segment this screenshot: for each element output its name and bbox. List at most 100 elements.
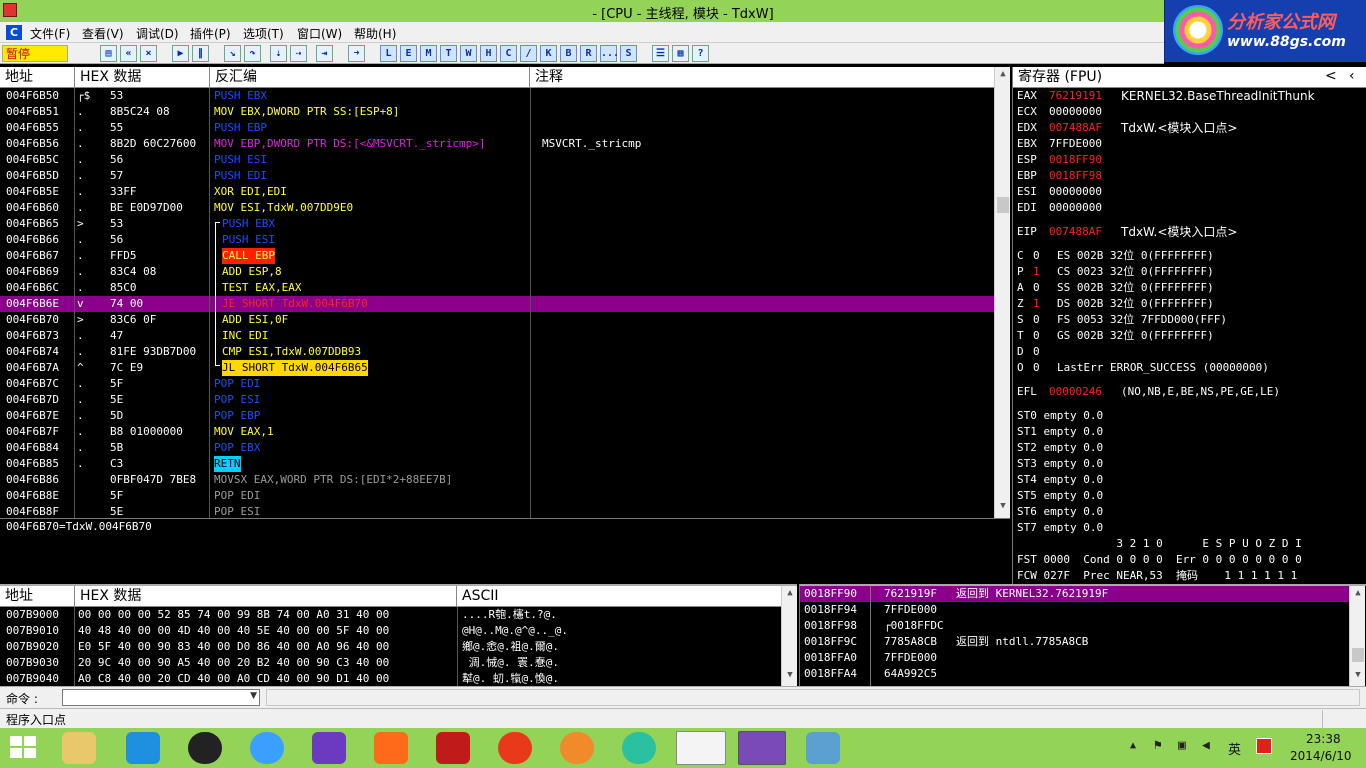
- dump-row[interactable]: 007B9040 A0 C8 40 00 20 CD 40 00 A0 CD 40…: [0, 671, 781, 686]
- register-value[interactable]: 007488AF: [1049, 120, 1102, 136]
- disasm-row[interactable]: 004F6B8F 5E POP ESI: [0, 504, 994, 518]
- register-edi[interactable]: EDI 00000000: [1017, 200, 1365, 216]
- col-disasm[interactable]: 反汇编: [210, 67, 530, 88]
- flag-row[interactable]: C 0 ES 002B 32位 0(FFFFFFFF): [1017, 248, 1365, 264]
- disasm-row[interactable]: 004F6B7C. 5F POP EDI: [0, 376, 994, 392]
- dump-row[interactable]: 007B9000 00 00 00 00 52 85 74 00 99 8B 74…: [0, 607, 781, 623]
- register-ecx[interactable]: ECX 00000000: [1017, 104, 1365, 120]
- command-input-box[interactable]: ▼: [62, 689, 260, 706]
- dump-row[interactable]: 007B9020 E0 5F 40 00 90 83 40 00 D0 86 40…: [0, 639, 781, 655]
- next-arrow-icon[interactable]: ‹: [1349, 68, 1355, 84]
- disassembly-pane[interactable]: 地址 HEX 数据 反汇编 注释 004F6B50 ┌$ 53 PUSH EBX 004…: [0, 67, 1010, 518]
- stack-scrollbar[interactable]: ▲ ▼: [1349, 586, 1365, 686]
- restart-icon[interactable]: «: [120, 45, 137, 62]
- dump-scroll-down-icon[interactable]: ▼: [783, 670, 797, 684]
- dump-col-address[interactable]: 地址: [0, 586, 75, 607]
- open-icon[interactable]: ▤: [100, 45, 117, 62]
- windows-start-icon[interactable]: [10, 736, 38, 760]
- flag-row[interactable]: Z 1 DS 002B 32位 0(FFFFFFFF): [1017, 296, 1365, 312]
- stock-app-icon[interactable]: [436, 732, 470, 764]
- flag-value[interactable]: 0: [1033, 360, 1040, 376]
- fpu-st-register[interactable]: ST4 empty 0.0: [1017, 472, 1103, 488]
- register-value[interactable]: 00000000: [1049, 104, 1102, 120]
- tray-network-icon[interactable]: ▣: [1178, 738, 1186, 753]
- menu-view[interactable]: 查看(V): [82, 25, 124, 42]
- dump-scrollbar[interactable]: ▲ ▼: [781, 586, 797, 686]
- flag-value[interactable]: 1: [1033, 296, 1040, 312]
- register-value[interactable]: 00000000: [1049, 200, 1102, 216]
- registers-title[interactable]: 寄存器 (FPU): [1013, 67, 1366, 88]
- menu-options[interactable]: 选项(T): [243, 25, 284, 42]
- step-into-icon[interactable]: ↘: [224, 45, 241, 62]
- disasm-row[interactable]: 004F6B50 ┌$ 53 PUSH EBX: [0, 88, 994, 104]
- disasm-row[interactable]: 004F6B7D. 5E POP ESI: [0, 392, 994, 408]
- toolbar-log-button[interactable]: L: [380, 45, 397, 62]
- register-value[interactable]: 7FFDE000: [1049, 136, 1102, 152]
- clock-date[interactable]: 2014/6/10: [1290, 749, 1352, 763]
- options-icon[interactable]: ▦: [672, 45, 689, 62]
- abc-input-icon[interactable]: [312, 732, 346, 764]
- scroll-down-icon[interactable]: ▼: [996, 501, 1010, 515]
- toolbar-patches-button[interactable]: /: [520, 45, 537, 62]
- flag-row[interactable]: O 0 LastErr ERROR_SUCCESS (00000000): [1017, 360, 1365, 376]
- step-over-icon[interactable]: ↷: [244, 45, 261, 62]
- prev-arrow-icon[interactable]: <: [1325, 68, 1337, 84]
- col-address[interactable]: 地址: [0, 67, 75, 88]
- flag-row[interactable]: D0: [1017, 344, 1365, 360]
- toolbar-runtrace-button[interactable]: ...: [600, 45, 619, 62]
- disasm-row[interactable]: 004F6B86 0FBF047D 7BE8 MOVSX EAX,WORD PTR …: [0, 472, 994, 488]
- stack-pane[interactable]: 0018FF90 7621919F 返回到 KERNEL32.7621919F 001…: [799, 584, 1366, 686]
- fpu-st-register[interactable]: ST5 empty 0.0: [1017, 488, 1103, 504]
- stack-scroll-down-icon[interactable]: ▼: [1351, 670, 1365, 684]
- disasm-row[interactable]: 004F6B7E. 5D POP EBP: [0, 408, 994, 424]
- picture-viewer-icon[interactable]: [806, 732, 840, 764]
- fpu-st-register[interactable]: ST6 empty 0.0: [1017, 504, 1103, 520]
- register-value[interactable]: 0018FF90: [1049, 152, 1102, 168]
- disasm-row[interactable]: 004F6B7F. B8 01000000 MOV EAX,1: [0, 424, 994, 440]
- disasm-row[interactable]: 004F6B5D. 57 PUSH EDI: [0, 168, 994, 184]
- disasm-row[interactable]: 004F6B56. 8B2D 60C27600 MOV EBP,DWORD PTR …: [0, 136, 994, 152]
- dump-col-hex[interactable]: HEX 数据: [75, 586, 457, 607]
- foxit-icon[interactable]: [374, 732, 408, 764]
- disasm-row[interactable]: 004F6B67. FFD5 CALL EBP: [0, 248, 994, 264]
- tray-flag-icon[interactable]: ⚑: [1154, 738, 1162, 753]
- stack-scroll-thumb[interactable]: [1352, 648, 1364, 662]
- col-hex[interactable]: HEX 数据: [75, 67, 210, 88]
- toolbar-references-button[interactable]: R: [580, 45, 597, 62]
- disasm-row[interactable]: 004F6B73. 47 INC EDI: [0, 328, 994, 344]
- toolbar-breakpoints-button[interactable]: B: [560, 45, 577, 62]
- register-esp[interactable]: ESP 0018FF90: [1017, 152, 1365, 168]
- toolbar-source-button[interactable]: S: [620, 45, 637, 62]
- toolbar-cpu-button[interactable]: C: [500, 45, 517, 62]
- help-icon[interactable]: ?: [692, 45, 709, 62]
- flag-row[interactable]: P 1 CS 0023 32位 0(FFFFFFFF): [1017, 264, 1365, 280]
- disasm-row[interactable]: 004F6B5C. 56 PUSH ESI: [0, 152, 994, 168]
- menu-debug[interactable]: 调试(D): [136, 25, 179, 42]
- toolbar-handles-button[interactable]: H: [480, 45, 497, 62]
- toolbar-windows-button[interactable]: W: [460, 45, 477, 62]
- register-edx[interactable]: EDX 007488AF TdxW.<模块入口点>: [1017, 120, 1365, 136]
- registers-pane[interactable]: 寄存器 (FPU) < ‹ EAX 76219191 KERNEL32.BaseTh…: [1012, 67, 1366, 584]
- toolbar-modules-button[interactable]: E: [400, 45, 417, 62]
- flag-value[interactable]: 0: [1033, 344, 1040, 360]
- stack-scroll-up-icon[interactable]: ▲: [1351, 588, 1365, 602]
- disasm-row[interactable]: 004F6B55. 55 PUSH EBP: [0, 120, 994, 136]
- cloud-app-icon[interactable]: [126, 732, 160, 764]
- fpu-st-register[interactable]: ST3 empty 0.0: [1017, 456, 1103, 472]
- stack-row[interactable]: 0018FF98 ┌0018FFDC: [800, 618, 1349, 634]
- disassembly-scrollbar[interactable]: ▲ ▼: [994, 67, 1010, 518]
- col-comment[interactable]: 注释: [530, 67, 994, 88]
- fpu-st-register[interactable]: ST1 empty 0.0: [1017, 424, 1103, 440]
- ollydbg-taskbar-icon[interactable]: [676, 731, 726, 765]
- clock-time[interactable]: 23:38: [1306, 732, 1341, 746]
- disasm-row[interactable]: 004F6B65 >53 PUSH EBX: [0, 216, 994, 232]
- menu-plugins[interactable]: 插件(P): [190, 25, 231, 42]
- disasm-row[interactable]: 004F6B69. 83C4 08 ADD ESP,8: [0, 264, 994, 280]
- qq-icon[interactable]: [188, 732, 222, 764]
- goto-icon[interactable]: ➜: [348, 45, 365, 62]
- trace-into-icon[interactable]: ⇣: [270, 45, 287, 62]
- hex-editor-icon[interactable]: [738, 731, 786, 765]
- menu-window[interactable]: 窗口(W): [297, 25, 342, 42]
- menu-file[interactable]: 文件(F): [30, 25, 70, 42]
- orange-app-icon[interactable]: [560, 732, 594, 764]
